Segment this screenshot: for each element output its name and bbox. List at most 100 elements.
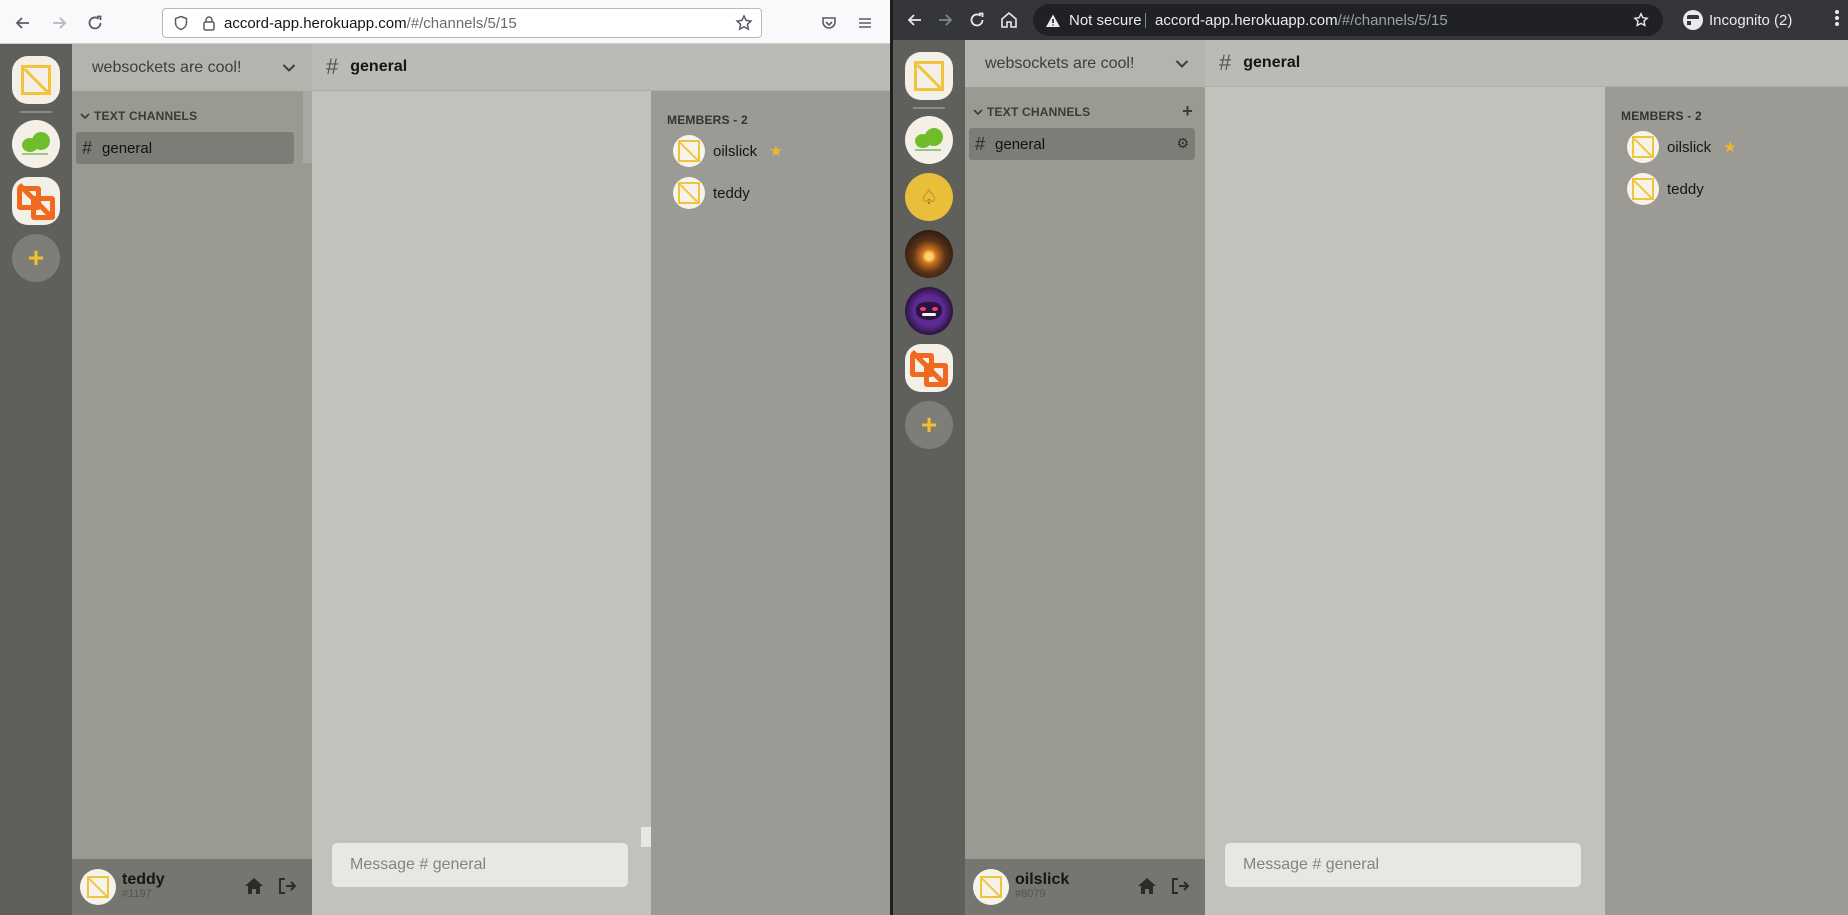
member-item[interactable]: teddy [667,175,890,211]
green-blob-icon [925,128,943,146]
members-title: MEMBERS - 2 [1621,109,1702,123]
pocket-icon [822,17,836,29]
channel-sidebar: websockets are cool! TEXT CHANNELS # gen… [72,44,312,915]
category-header[interactable]: TEXT CHANNELS [76,109,308,123]
member-item[interactable]: oilslick ★ [667,133,890,169]
chrome-menu-button[interactable] [1834,8,1840,33]
back-button[interactable] [903,8,927,32]
hash-icon: # [82,137,93,158]
accord-logo-icon [678,140,700,162]
member-list: MEMBERS - 2 oilslick ★ teddy [641,91,890,915]
add-server-button[interactable]: + [905,401,953,449]
server-name: websockets are cool! [985,54,1135,72]
plus-icon: + [27,242,45,273]
server-sunset[interactable] [905,230,953,278]
scroll-handle[interactable] [641,827,651,847]
gear-icon[interactable]: ⚙ [1176,135,1189,152]
bookmark-star-icon[interactable] [1633,12,1649,28]
member-name: oilslick [713,142,758,160]
message-input[interactable]: Message # general [332,843,628,887]
server-header[interactable]: websockets are cool! [72,44,312,91]
channel-item-general[interactable]: # general [76,132,294,164]
logout-icon[interactable] [278,877,298,895]
home-button[interactable] [997,8,1021,32]
avatar [673,135,705,167]
reload-button[interactable] [82,10,108,36]
url-bar[interactable]: Not secure accord-app.herokuapp.com/#/ch… [1033,4,1663,36]
server-green[interactable] [12,120,60,168]
reload-button[interactable] [965,8,989,32]
category-label: TEXT CHANNELS [94,109,198,123]
hamburger-menu-icon [859,18,871,28]
chat-header: # general [1205,40,1848,87]
member-item[interactable]: teddy [1621,171,1848,207]
user-panel: oilslick #6079 [965,859,1205,915]
server-header[interactable]: websockets are cool! [965,40,1205,87]
url-host: accord-app.herokuapp.com [224,15,407,32]
user-panel: teddy #1197 [72,859,312,915]
server-home[interactable] [12,56,60,104]
reload-icon [970,12,984,27]
forward-button[interactable] [933,8,957,32]
server-home[interactable] [905,52,953,100]
url-path: /#/channels/5/15 [406,15,517,32]
server-purple[interactable] [905,287,953,335]
channel-item-general[interactable]: # general ⚙ [969,128,1195,160]
home-icon[interactable] [244,877,264,895]
avatar[interactable] [80,869,116,905]
chrome-toolbar: Not secure accord-app.herokuapp.com/#/ch… [893,0,1848,40]
server-name: websockets are cool! [92,58,242,76]
arrow-right-icon [53,17,67,29]
user-actions [244,877,298,895]
add-server-button[interactable]: + [12,234,60,282]
security-indicator[interactable]: Not secure [1045,12,1142,29]
firefox-toolbar: accord-app.herokuapp.com/#/channels/5/15 [0,0,890,44]
incognito-icon [1683,10,1707,30]
reload-icon [88,15,102,30]
tracking-shield-icon[interactable] [173,15,189,31]
avatar [1627,131,1659,163]
incognito-badge[interactable]: Incognito (2) [1675,5,1802,35]
channel-list: TEXT CHANNELS + # general ⚙ [965,87,1205,859]
incognito-label: Incognito (2) [1709,11,1793,29]
member-item[interactable]: oilslick ★ [1621,129,1848,165]
server-green[interactable] [905,116,953,164]
message-placeholder: Message # general [350,856,487,873]
forward-button[interactable] [46,10,72,36]
chevron-down-icon[interactable] [282,63,296,73]
app-menu-button[interactable] [852,10,878,36]
arrow-left-icon [907,14,921,26]
username: teddy [122,871,165,888]
lock-icon[interactable] [201,15,217,31]
server-yellow[interactable]: ♤ [905,173,953,221]
message-input[interactable]: Message # general [1225,843,1581,887]
server-orange[interactable] [12,177,60,225]
server-orange[interactable] [905,344,953,392]
url-bar[interactable]: accord-app.herokuapp.com/#/channels/5/15 [162,8,762,38]
green-bar [915,149,941,151]
warning-triangle-icon [1046,14,1060,27]
hash-icon: # [326,54,339,79]
url-path: /#/channels/5/15 [1337,12,1448,29]
member-list: MEMBERS - 2 oilslick ★ teddy [1605,87,1848,915]
back-button[interactable] [10,10,36,36]
pocket-button[interactable] [816,10,842,36]
chevron-down-icon[interactable] [1175,59,1189,69]
url-host: accord-app.herokuapp.com [1155,12,1338,29]
hash-icon: # [1219,50,1232,75]
category-header[interactable]: TEXT CHANNELS + [969,102,1201,120]
star-icon: ★ [1723,139,1737,156]
logout-icon[interactable] [1171,877,1191,895]
url-text: accord-app.herokuapp.com/#/channels/5/15 [1155,12,1448,29]
chat-area: # general Message # general MEMBERS - 2 … [312,44,890,915]
home-icon[interactable] [1137,877,1157,895]
avatar[interactable] [973,869,1009,905]
bookmark-star-icon[interactable] [735,14,753,32]
chat-area: # general Message # general MEMBERS - 2 … [1205,40,1848,915]
scrollbar[interactable] [303,91,312,163]
add-channel-icon[interactable]: + [1182,102,1193,120]
orange-logo-icon [908,347,950,389]
kebab-menu-icon [1835,10,1839,26]
message-list: Message # general [1205,87,1605,915]
server-rail: ♤ + [893,40,965,915]
